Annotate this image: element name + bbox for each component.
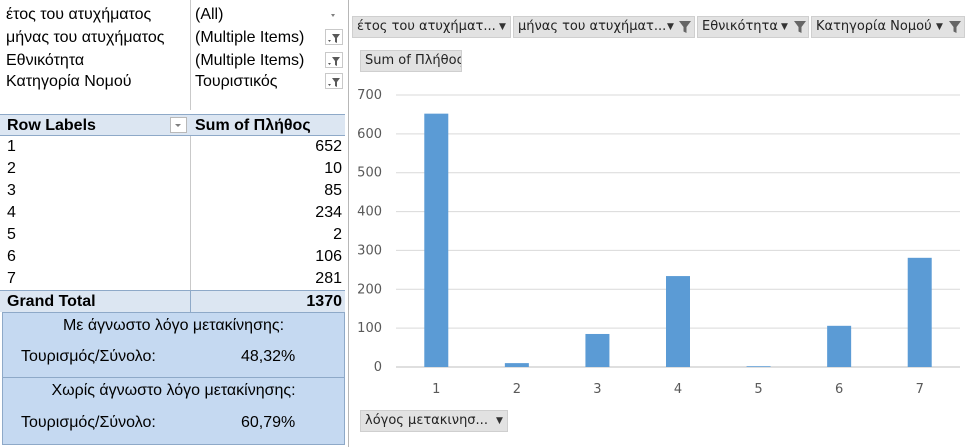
filter-funnel-icon: [794, 21, 806, 33]
pivot-chart[interactable]: έτος του ατυχήματ... ▼ μήνας του ατυχήμα…: [350, 8, 967, 440]
x-tick-label: 1: [432, 382, 440, 397]
values-header: Sum of Πλήθος: [195, 117, 311, 134]
axis-field-label: λόγος μετακινησ...: [365, 413, 488, 428]
filter-funnel-icon: [679, 21, 691, 33]
row-value: 10: [324, 160, 342, 177]
table-row: 7 281: [0, 268, 345, 290]
report-filter-year[interactable]: έτος του ατυχήματος (All): [0, 4, 345, 25]
filter-name: έτος του ατυχήματος: [6, 6, 152, 23]
unknown-reason-label: Τουρισμός/Σύνολο:: [21, 348, 156, 365]
row-label: 7: [7, 270, 16, 287]
filter-value: (All): [195, 6, 224, 23]
table-row: 6 106: [0, 246, 345, 268]
filter-name: Κατηγορία Νομού: [6, 73, 132, 90]
row-label: 6: [7, 248, 16, 265]
notes-divider: [3, 377, 344, 378]
row-value: 234: [315, 204, 342, 221]
known-reason-label: Τουρισμός/Σύνολο:: [21, 414, 156, 431]
x-tick-label: 4: [674, 382, 682, 397]
bar: [504, 363, 529, 367]
y-tick-label: 600: [357, 127, 382, 142]
report-filter-nationality[interactable]: Εθνικότητα (Multiple Items): [0, 50, 345, 71]
x-tick-label: 6: [835, 382, 843, 397]
bar-chart-plot: 0 100 200 300 400 500 600 700 1 2 3 4 5 6 7: [357, 88, 960, 397]
dropdown-arrow-icon: ▼: [667, 22, 674, 32]
row-label: 5: [7, 226, 16, 243]
row-value: 85: [324, 182, 342, 199]
dropdown-arrow-icon: ▼: [936, 22, 943, 32]
row-labels-header: Row Labels: [7, 117, 96, 134]
filter-name: Εθνικότητα: [6, 52, 85, 69]
row-label: 2: [7, 160, 16, 177]
table-row: 5 2: [0, 224, 345, 246]
x-tick-label: 7: [916, 382, 924, 397]
row-label: 1: [7, 138, 16, 155]
y-tick-label: 100: [357, 321, 382, 336]
chart-filter-label: μήνας του ατυχήματ...: [518, 19, 667, 34]
unknown-reason-value: 48,32%: [241, 348, 296, 365]
chart-filter-month-button[interactable]: μήνας του ατυχήματ... ▼: [513, 16, 695, 38]
y-tick-label: 300: [357, 243, 382, 258]
grand-total-label: Grand Total: [7, 293, 96, 310]
filter-value: Τουριστικός: [195, 73, 278, 90]
row-value: 652: [315, 138, 342, 155]
pivot-table-sheet: έτος του ατυχήματος (All) μήνας του ατυχ…: [0, 0, 349, 447]
grand-total-value: 1370: [306, 293, 342, 310]
y-tick-label: 0: [374, 360, 382, 375]
x-tick-label: 5: [754, 382, 762, 397]
x-tick-label: 3: [593, 382, 601, 397]
axis-field-button[interactable]: λόγος μετακινησ... ▼: [360, 410, 508, 432]
filter-funnel-icon: [949, 21, 961, 33]
table-row: 3 85: [0, 180, 345, 202]
table-row: 2 10: [0, 158, 345, 180]
known-reason-title: Χωρίς άγνωστο λόγο μετακίνησης:: [51, 382, 296, 399]
bar: [666, 276, 690, 367]
y-tick-label: 400: [357, 205, 382, 220]
known-reason-value: 60,79%: [241, 414, 296, 431]
chart-filter-label: Εθνικότητα: [702, 19, 778, 34]
dropdown-arrow-icon: ▼: [781, 22, 788, 32]
unknown-reason-title: Με άγνωστο λόγο μετακίνησης:: [62, 317, 285, 334]
chart-filter-label: έτος του ατυχήματ...: [357, 19, 496, 34]
row-labels-dropdown-icon[interactable]: [170, 117, 187, 133]
bar: [746, 366, 771, 367]
report-filter-prefecture[interactable]: Κατηγορία Νομού Τουριστικός: [0, 71, 345, 92]
pivot-header-row: Row Labels Sum of Πλήθος: [0, 114, 345, 136]
filter-value: (Multiple Items): [195, 29, 305, 46]
row-label: 3: [7, 182, 16, 199]
filter-funnel-icon[interactable]: [325, 73, 343, 89]
x-tick-label: 2: [513, 382, 521, 397]
table-row: 1 652: [0, 136, 345, 158]
dropdown-arrow-icon[interactable]: [325, 6, 343, 22]
row-value: 106: [315, 248, 342, 265]
y-tick-label: 500: [357, 166, 382, 181]
y-tick-label: 700: [357, 88, 382, 103]
bar: [585, 333, 610, 367]
ratio-notes-block: Με άγνωστο λόγο μετακίνησης: Τουρισμός/Σ…: [2, 312, 345, 445]
grand-total-row: Grand Total 1370: [0, 290, 345, 312]
filter-name: μήνας του ατυχήματος: [6, 29, 165, 46]
chart-filter-label: Κατηγορία Νομού: [816, 19, 932, 34]
row-value: 2: [333, 226, 342, 243]
row-value: 281: [315, 270, 342, 287]
filter-funnel-icon[interactable]: [325, 29, 343, 45]
table-row: 4 234: [0, 202, 345, 224]
bar: [907, 257, 932, 367]
chart-filter-prefecture-button[interactable]: Κατηγορία Νομού ▼: [811, 16, 965, 38]
bar: [827, 325, 852, 367]
column-divider: [190, 290, 191, 312]
chart-filter-nationality-button[interactable]: Εθνικότητα ▼: [697, 16, 809, 38]
dropdown-arrow-icon: ▼: [496, 416, 503, 426]
y-tick-label: 200: [357, 282, 382, 297]
filter-value: (Multiple Items): [195, 52, 305, 69]
bar: [424, 113, 449, 367]
row-label: 4: [7, 204, 16, 221]
chart-filter-year-button[interactable]: έτος του ατυχήματ... ▼: [352, 16, 511, 38]
dropdown-arrow-icon: ▼: [499, 22, 506, 32]
filter-funnel-icon[interactable]: [325, 52, 343, 68]
report-filter-month[interactable]: μήνας του ατυχήματος (Multiple Items): [0, 27, 345, 48]
